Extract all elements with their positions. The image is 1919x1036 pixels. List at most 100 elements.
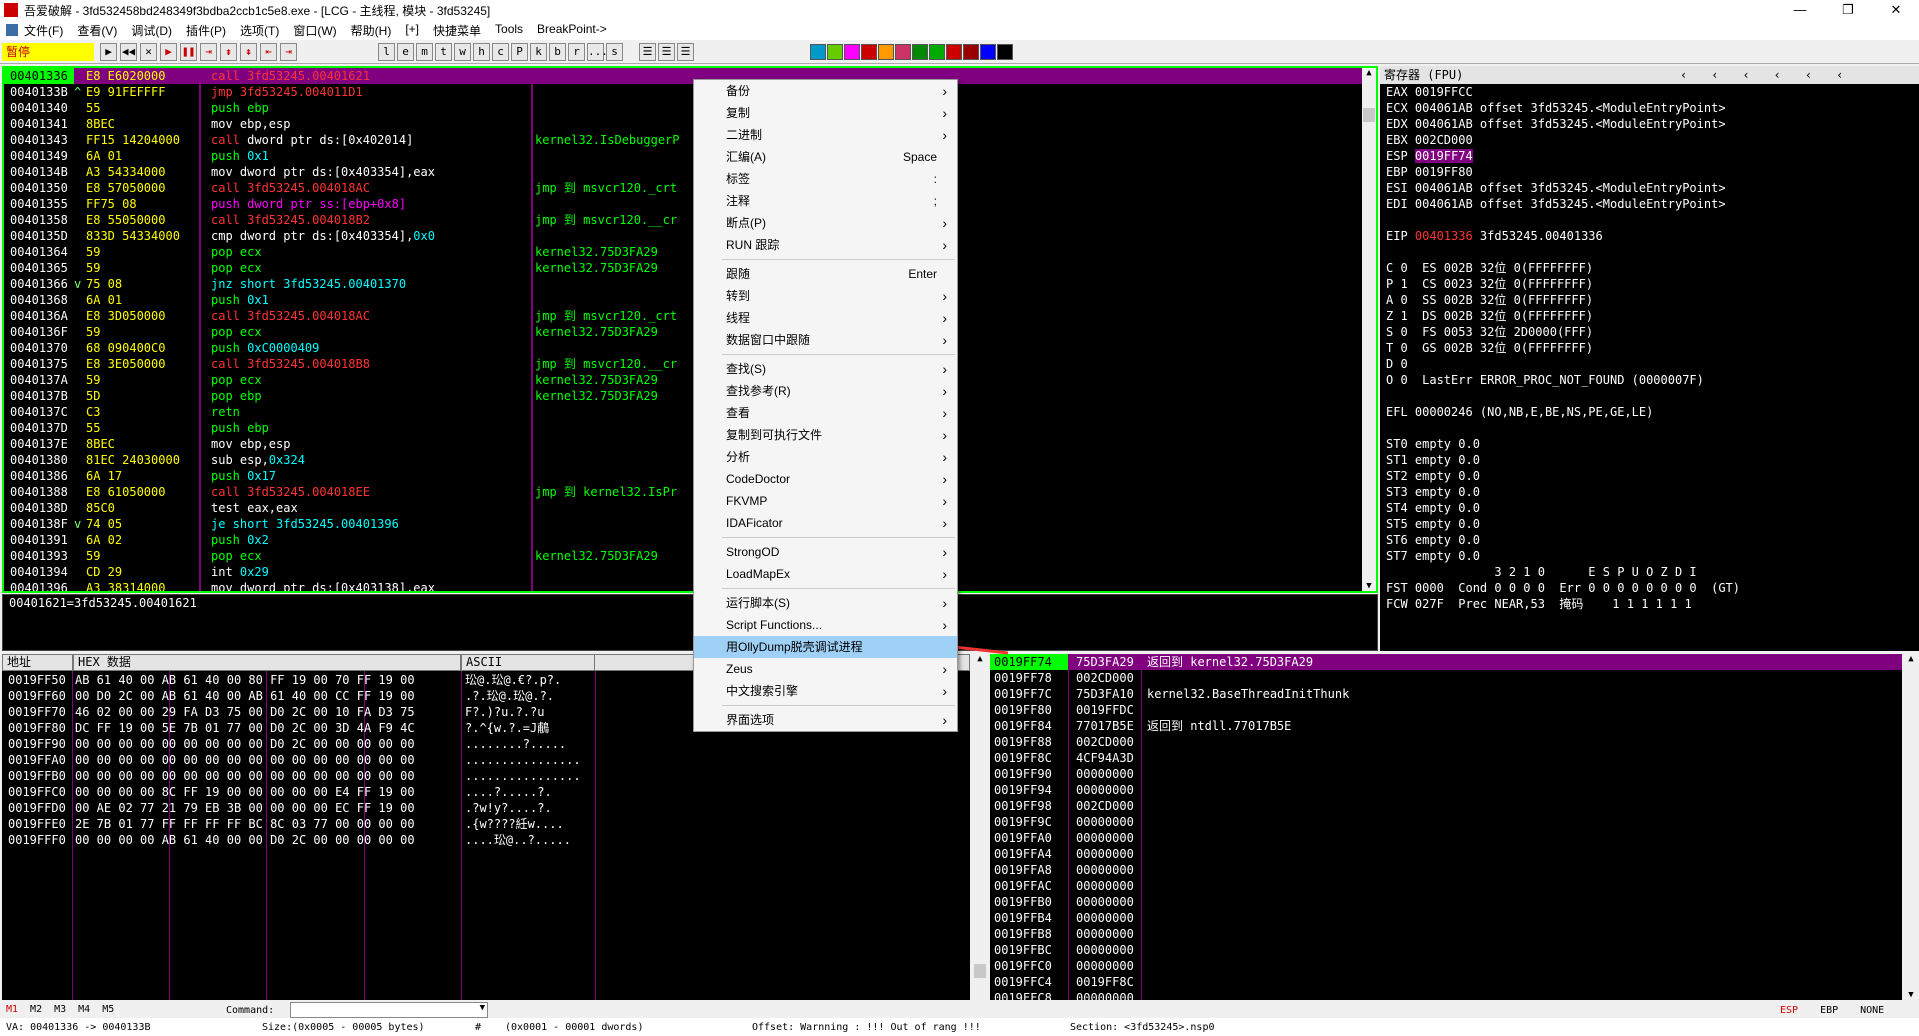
stack-row[interactable]: 0019FFAC 00000000 bbox=[990, 878, 1902, 894]
register-line[interactable]: C 0 ES 002B 32位 0(FFFFFFFF) bbox=[1380, 260, 1919, 276]
register-line[interactable]: D 0 bbox=[1380, 356, 1919, 372]
disassembly-row[interactable]: 00401388 E8 61050000 call 3fd53245.004018E… bbox=[4, 484, 1376, 500]
stack-row[interactable]: 0019FF94 00000000 bbox=[990, 782, 1902, 798]
minimize-button[interactable]: — bbox=[1780, 0, 1820, 20]
register-line[interactable]: O 0 LastErr ERROR_PROC_NOT_FOUND (000000… bbox=[1380, 372, 1919, 388]
scroll-down-icon[interactable]: ▼ bbox=[1903, 990, 1919, 1000]
stack-right-scrollbar[interactable]: ▲ ▼ bbox=[1903, 654, 1919, 1000]
register-line[interactable] bbox=[1380, 212, 1919, 228]
toolbar-plugin-icon[interactable] bbox=[844, 44, 860, 60]
stack-row[interactable]: 0019FFA8 00000000 bbox=[990, 862, 1902, 878]
context-menu-item[interactable]: IDAFicator › bbox=[694, 512, 957, 534]
register-line[interactable]: FST 0000 Cond 0 0 0 0 Err 0 0 0 0 0 0 0 … bbox=[1380, 580, 1919, 596]
register-line[interactable]: ST6 empty 0.0 bbox=[1380, 532, 1919, 548]
toolbar-icon-button[interactable]: ⇥ bbox=[280, 43, 297, 61]
stack-pane[interactable]: 0019FF74 75D3FA29 返回到 kernel32.75D3FA29 001… bbox=[990, 654, 1902, 1000]
disassembly-row[interactable]: 0040136A E8 3D050000 call 3fd53245.004018A… bbox=[4, 308, 1376, 324]
context-menu-item[interactable]: CodeDoctor › bbox=[694, 468, 957, 490]
stack-row[interactable]: 0019FFA4 00000000 bbox=[990, 846, 1902, 862]
dump-row[interactable]: 0019FF50 AB 61 40 00 AB 61 40 00 80 FF 19… bbox=[2, 672, 581, 688]
disassembly-row[interactable]: 00401365 59 pop ecx kernel32.75D3FA29 bbox=[4, 260, 1376, 276]
dump-row[interactable]: 0019FFB0 00 00 00 00 00 00 00 00 00 00 00… bbox=[2, 768, 581, 784]
chevron-down-icon[interactable]: ▼ bbox=[480, 1003, 485, 1013]
toolbar-plugin-icon[interactable] bbox=[810, 44, 826, 60]
registers-pane[interactable]: 寄存器 (FPU) ‹‹‹‹‹‹ EAX 0019FFCC ECX 004061A… bbox=[1380, 66, 1919, 651]
stack-row[interactable]: 0019FF78 002CD000 bbox=[990, 670, 1902, 686]
stack-row[interactable]: 0019FFC4 0019FF8C bbox=[990, 974, 1902, 990]
context-menu-item[interactable]: 断点(P) › bbox=[694, 212, 957, 234]
context-menu-item[interactable]: 运行脚本(S) › bbox=[694, 592, 957, 614]
toolbar-icon-button[interactable]: ⇥ bbox=[200, 43, 217, 61]
toolbar-window-button[interactable]: t bbox=[435, 43, 452, 61]
stack-row[interactable]: 0019FFB4 00000000 bbox=[990, 910, 1902, 926]
toolbar-icon-button[interactable]: ⇟ bbox=[220, 43, 237, 61]
stack-row[interactable]: 0019FF88 002CD000 bbox=[990, 734, 1902, 750]
close-button[interactable]: ✕ bbox=[1876, 0, 1916, 20]
register-line[interactable]: ST7 empty 0.0 bbox=[1380, 548, 1919, 564]
stack-row[interactable]: 0019FFBC 00000000 bbox=[990, 942, 1902, 958]
toolbar-icon-button[interactable]: ▶ bbox=[160, 43, 177, 61]
menu-item[interactable]: 插件(P) bbox=[186, 22, 226, 39]
context-menu-item[interactable]: FKVMP › bbox=[694, 490, 957, 512]
stack-row[interactable]: 0019FF80 0019FFDC bbox=[990, 702, 1902, 718]
toolbar-icon-button[interactable]: ▶ bbox=[100, 43, 117, 61]
register-line[interactable]: 3 2 1 0 E S P U O Z D I bbox=[1380, 564, 1919, 580]
toolbar-window-button[interactable]: e bbox=[397, 43, 414, 61]
disassembly-row[interactable]: 0040135D 833D 54334000 cmp dword ptr ds:[0… bbox=[4, 228, 1376, 244]
toolbar-icon-button[interactable]: ☰ bbox=[658, 43, 675, 61]
disassembly-row[interactable]: 00401386 6A 17 push 0x17 bbox=[4, 468, 1376, 484]
memory-tab[interactable]: M4 bbox=[78, 1004, 90, 1015]
memory-tab[interactable]: M1 bbox=[6, 1004, 18, 1015]
scroll-thumb[interactable] bbox=[1363, 108, 1375, 122]
disassembly-row[interactable]: 0040137A 59 pop ecx kernel32.75D3FA29 bbox=[4, 372, 1376, 388]
register-line[interactable] bbox=[1380, 420, 1919, 436]
context-menu-item[interactable]: StrongOD › bbox=[694, 541, 957, 563]
stack-row[interactable]: 0019FF90 00000000 bbox=[990, 766, 1902, 782]
toolbar-plugin-icon[interactable] bbox=[912, 44, 928, 60]
register-line[interactable]: P 1 CS 0023 32位 0(FFFFFFFF) bbox=[1380, 276, 1919, 292]
dump-row[interactable]: 0019FF70 46 02 00 00 29 FA D3 75 00 D0 2C… bbox=[2, 704, 581, 720]
register-line[interactable]: FCW 027F Prec NEAR,53 掩码 1 1 1 1 1 1 bbox=[1380, 596, 1919, 612]
register-line[interactable]: EIP 00401336 3fd53245.00401336 bbox=[1380, 228, 1919, 244]
register-line[interactable]: ST4 empty 0.0 bbox=[1380, 500, 1919, 516]
register-line[interactable] bbox=[1380, 244, 1919, 260]
disassembly-row[interactable]: 00401393 59 pop ecx kernel32.75D3FA29 bbox=[4, 548, 1376, 564]
disassembly-row[interactable]: 00401355 FF75 08 push dword ptr ss:[ebp+0x… bbox=[4, 196, 1376, 212]
menu-item[interactable]: 查看(V) bbox=[77, 22, 117, 39]
menu-item[interactable]: 快捷菜单 bbox=[433, 22, 481, 39]
toolbar-window-button[interactable]: k bbox=[530, 43, 547, 61]
context-menu-item[interactable]: 备份 › bbox=[694, 80, 957, 102]
menu-item[interactable]: 帮助(H) bbox=[351, 22, 392, 39]
register-line[interactable]: A 0 SS 002B 32位 0(FFFFFFFF) bbox=[1380, 292, 1919, 308]
register-line[interactable]: ST2 empty 0.0 bbox=[1380, 468, 1919, 484]
disassembly-row[interactable]: 00401349 6A 01 push 0x1 bbox=[4, 148, 1376, 164]
toolbar-plugin-icon[interactable] bbox=[946, 44, 962, 60]
disassembly-row[interactable]: 00401350 E8 57050000 call 3fd53245.004018A… bbox=[4, 180, 1376, 196]
context-menu-item[interactable]: Script Functions... › bbox=[694, 614, 957, 636]
register-line[interactable]: ST0 empty 0.0 bbox=[1380, 436, 1919, 452]
toolbar-plugin-icon[interactable] bbox=[895, 44, 911, 60]
register-line[interactable]: S 0 FS 0053 32位 2D0000(FFF) bbox=[1380, 324, 1919, 340]
menu-item[interactable]: 文件(F) bbox=[24, 22, 63, 39]
context-menu-item[interactable]: 用OllyDump脱壳调试进程 bbox=[694, 636, 957, 658]
disassembly-row[interactable]: 00401375 E8 3E050000 call 3fd53245.004018B… bbox=[4, 356, 1376, 372]
toolbar-window-button[interactable]: m bbox=[416, 43, 433, 61]
disassembly-row[interactable]: 0040137C C3 retn bbox=[4, 404, 1376, 420]
context-menu-item[interactable]: 查看 › bbox=[694, 402, 957, 424]
register-line[interactable]: EBX 002CD000 bbox=[1380, 132, 1919, 148]
context-menu-item[interactable]: 汇编(A) Space bbox=[694, 146, 957, 168]
disassembly-row[interactable]: 00401394 CD 29 int 0x29 bbox=[4, 564, 1376, 580]
disassembly-pane[interactable]: 00401336 E8 E6020000 call 3fd53245.0040162… bbox=[2, 66, 1378, 593]
context-menu-item[interactable]: 数据窗口中跟随 › bbox=[694, 329, 957, 351]
toolbar-window-button[interactable]: w bbox=[454, 43, 471, 61]
toolbar-window-button[interactable]: P bbox=[511, 43, 528, 61]
disassembly-scrollbar[interactable]: ▲ ▼ bbox=[1362, 68, 1376, 591]
register-line[interactable]: Z 1 DS 002B 32位 0(FFFFFFFF) bbox=[1380, 308, 1919, 324]
toolbar-icon-button[interactable]: ✕ bbox=[140, 43, 157, 61]
toolbar-icon-button[interactable]: ❚❚ bbox=[180, 43, 197, 61]
stack-row[interactable]: 0019FF98 002CD000 bbox=[990, 798, 1902, 814]
disassembly-row[interactable]: 00401341 8BEC mov ebp,esp bbox=[4, 116, 1376, 132]
disassembly-row[interactable]: 0040138D 85C0 test eax,eax bbox=[4, 500, 1376, 516]
disassembly-row[interactable]: 00401380 81EC 24030000 sub esp,0x324 bbox=[4, 452, 1376, 468]
dump-row[interactable]: 0019FFA0 00 00 00 00 00 00 00 00 00 00 00… bbox=[2, 752, 581, 768]
